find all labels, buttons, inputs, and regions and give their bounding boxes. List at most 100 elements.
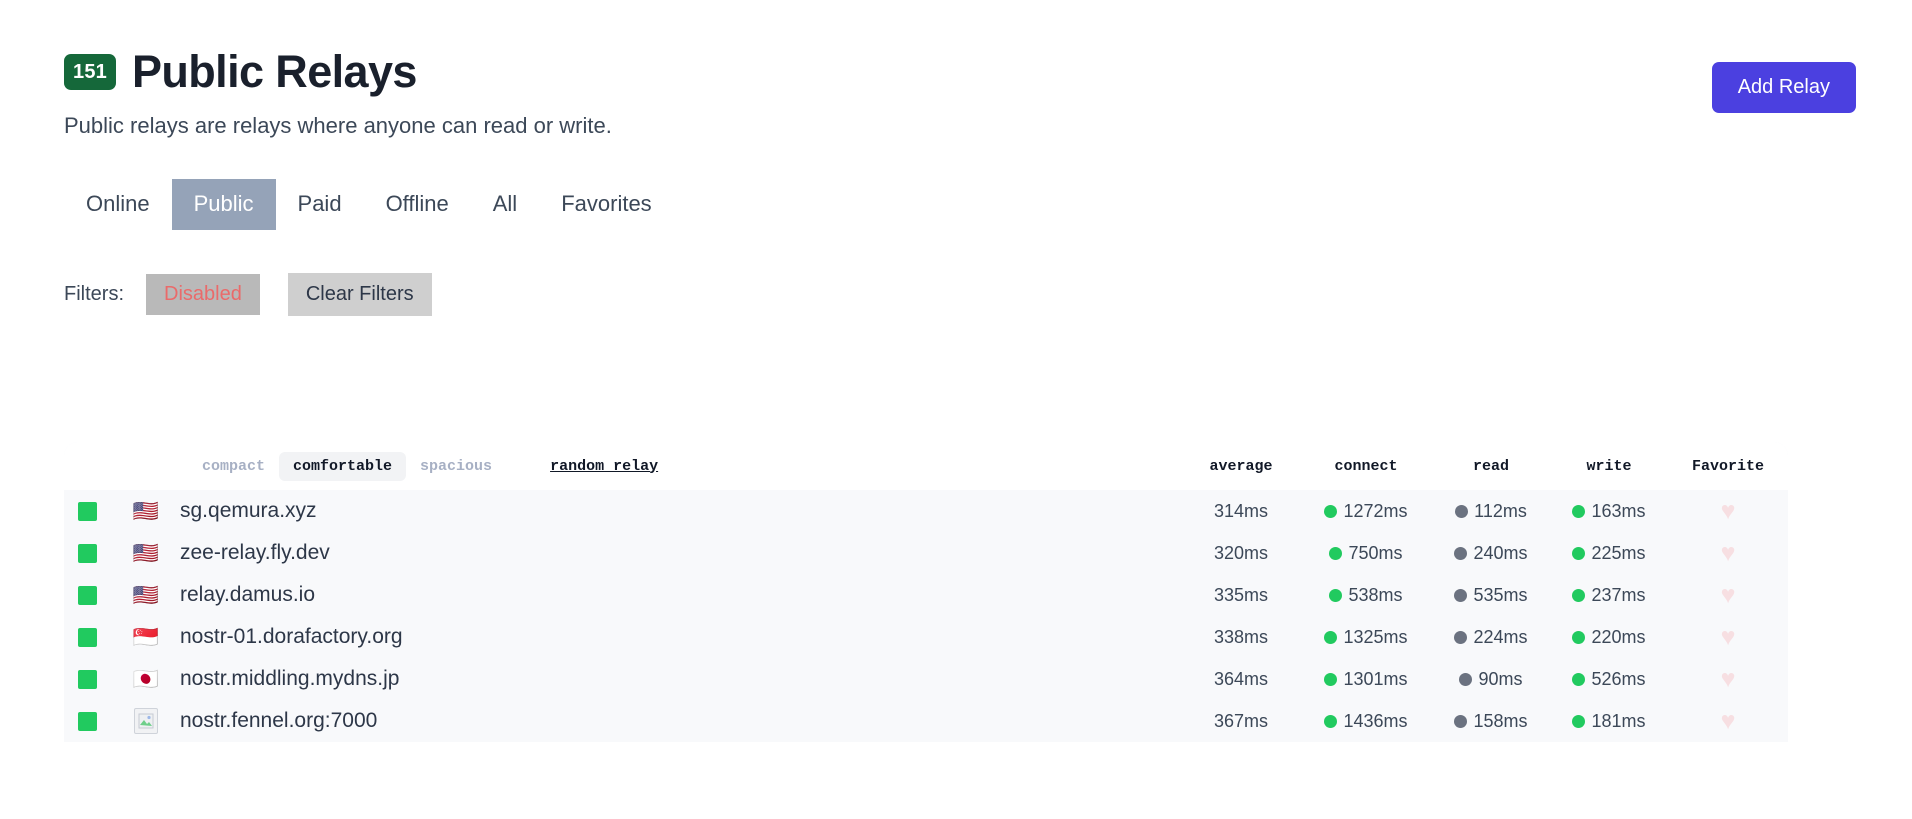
relay-average-latency: 367ms bbox=[1182, 711, 1300, 732]
column-header-write[interactable]: write bbox=[1550, 458, 1668, 475]
relay-average-latency: 320ms bbox=[1182, 543, 1300, 564]
heart-icon[interactable]: ♥ bbox=[1721, 582, 1736, 608]
relay-read-latency: 158ms bbox=[1432, 711, 1550, 732]
favorite-toggle[interactable]: ♥ bbox=[1668, 666, 1788, 692]
flag-jp-icon: 🇯🇵 bbox=[132, 667, 160, 691]
relay-country-cell bbox=[120, 708, 172, 734]
relay-name[interactable]: nostr.middling.mydns.jp bbox=[172, 667, 1182, 691]
relay-average-latency: 314ms bbox=[1182, 501, 1300, 522]
relay-country-cell: 🇺🇸 bbox=[120, 543, 172, 564]
average-value: 320ms bbox=[1213, 542, 1269, 563]
relay-status-cell bbox=[64, 669, 120, 689]
broken-image-icon bbox=[134, 708, 158, 734]
relay-status-cell bbox=[64, 501, 120, 521]
tab-online[interactable]: Online bbox=[64, 179, 172, 229]
page-subtitle: Public relays are relays where anyone ca… bbox=[64, 113, 612, 139]
write-value: 526ms bbox=[1591, 668, 1646, 689]
relay-read-latency: 224ms bbox=[1432, 627, 1550, 648]
status-dot-green-icon bbox=[1329, 588, 1343, 602]
relay-table-body: 🇺🇸 sg.qemura.xyz 314ms 1272ms 112ms 163ms ♥ 🇺🇸 z… bbox=[64, 490, 1788, 742]
page-root: 151 Public Relays Public relays are rela… bbox=[0, 0, 1912, 819]
column-header-connect[interactable]: connect bbox=[1300, 458, 1432, 475]
page-title: Public Relays bbox=[131, 46, 417, 97]
write-value: 225ms bbox=[1591, 542, 1646, 563]
relay-name[interactable]: sg.qemura.xyz bbox=[172, 499, 1182, 523]
table-row[interactable]: 🇯🇵 nostr.middling.mydns.jp 364ms 1301ms 90ms… bbox=[64, 658, 1788, 700]
relay-country-cell: 🇺🇸 bbox=[120, 501, 172, 522]
relay-status-cell bbox=[64, 627, 120, 647]
status-dot-gray-icon bbox=[1454, 630, 1468, 644]
relay-table: compact comfortable spacious random relay … bbox=[64, 442, 1788, 742]
favorite-toggle[interactable]: ♥ bbox=[1668, 540, 1788, 566]
table-row[interactable]: 🇺🇸 relay.damus.io 335ms 538ms 535ms 237ms ♥ bbox=[64, 574, 1788, 616]
status-dot-green-icon bbox=[1572, 630, 1586, 644]
filters-row: Filters: Disabled Clear Filters bbox=[64, 272, 1912, 316]
clear-filters-button[interactable]: Clear Filters bbox=[287, 272, 432, 316]
filters-state-chip[interactable]: Disabled bbox=[146, 273, 260, 315]
relay-connect-latency: 750ms bbox=[1300, 543, 1432, 564]
status-dot-green-icon bbox=[1324, 714, 1338, 728]
relay-connect-latency: 538ms bbox=[1300, 585, 1432, 606]
page-header: 151 Public Relays Public relays are rela… bbox=[0, 0, 1912, 139]
column-header-favorite[interactable]: Favorite bbox=[1668, 458, 1788, 475]
heart-icon[interactable]: ♥ bbox=[1721, 540, 1736, 566]
average-value: 314ms bbox=[1213, 500, 1269, 521]
random-relay-link[interactable]: random relay bbox=[550, 458, 658, 475]
connect-value: 1301ms bbox=[1343, 668, 1408, 689]
status-online-icon bbox=[78, 543, 97, 563]
add-relay-button[interactable]: Add Relay bbox=[1711, 62, 1856, 113]
favorite-toggle[interactable]: ♥ bbox=[1668, 624, 1788, 650]
read-value: 112ms bbox=[1474, 500, 1527, 521]
tab-offline[interactable]: Offline bbox=[364, 179, 471, 229]
connect-value: 1436ms bbox=[1343, 710, 1408, 731]
table-row[interactable]: 🇸🇬 nostr-01.dorafactory.org 338ms 1325ms 224… bbox=[64, 616, 1788, 658]
tab-all[interactable]: All bbox=[471, 179, 539, 229]
table-row[interactable]: 🇺🇸 sg.qemura.xyz 314ms 1272ms 112ms 163ms ♥ bbox=[64, 490, 1788, 532]
status-dot-gray-icon bbox=[1459, 672, 1473, 686]
favorite-toggle[interactable]: ♥ bbox=[1668, 708, 1788, 734]
table-row[interactable]: 🇺🇸 zee-relay.fly.dev 320ms 750ms 240ms 225ms ♥ bbox=[64, 532, 1788, 574]
status-dot-green-icon bbox=[1329, 546, 1343, 560]
relay-connect-latency: 1301ms bbox=[1300, 669, 1432, 690]
read-value: 90ms bbox=[1478, 668, 1523, 689]
tab-public[interactable]: Public bbox=[171, 179, 276, 230]
density-option-compact[interactable]: compact bbox=[188, 452, 279, 481]
title-line: 151 Public Relays bbox=[64, 48, 1712, 95]
density-option-spacious[interactable]: spacious bbox=[406, 452, 506, 481]
relay-read-latency: 90ms bbox=[1432, 669, 1550, 690]
density-option-comfortable[interactable]: comfortable bbox=[279, 451, 407, 481]
status-online-icon bbox=[78, 669, 97, 689]
status-dot-green-icon bbox=[1572, 546, 1586, 560]
read-value: 240ms bbox=[1473, 542, 1528, 563]
relay-name[interactable]: nostr-01.dorafactory.org bbox=[172, 625, 1182, 649]
favorite-toggle[interactable]: ♥ bbox=[1668, 582, 1788, 608]
status-dot-gray-icon bbox=[1454, 546, 1468, 560]
favorite-toggle[interactable]: ♥ bbox=[1668, 498, 1788, 524]
tab-favorites[interactable]: Favorites bbox=[539, 179, 673, 229]
heart-icon[interactable]: ♥ bbox=[1721, 666, 1736, 692]
status-dot-green-icon bbox=[1572, 504, 1586, 518]
relay-average-latency: 335ms bbox=[1182, 585, 1300, 606]
heart-icon[interactable]: ♥ bbox=[1721, 708, 1736, 734]
read-value: 224ms bbox=[1473, 626, 1528, 647]
relay-name[interactable]: nostr.fennel.org:7000 bbox=[172, 709, 1182, 733]
filter-tabs: Online Public Paid Offline All Favorites bbox=[64, 179, 1912, 230]
average-value: 364ms bbox=[1213, 668, 1269, 689]
column-header-average[interactable]: average bbox=[1182, 458, 1300, 475]
relay-name[interactable]: zee-relay.fly.dev bbox=[172, 541, 1182, 565]
relay-write-latency: 237ms bbox=[1550, 585, 1668, 606]
status-dot-green-icon bbox=[1572, 588, 1586, 602]
tab-paid[interactable]: Paid bbox=[276, 179, 364, 229]
column-header-read[interactable]: read bbox=[1432, 458, 1550, 475]
relay-country-cell: 🇯🇵 bbox=[120, 669, 172, 690]
relay-count-badge: 151 bbox=[64, 53, 116, 90]
heart-icon[interactable]: ♥ bbox=[1721, 624, 1736, 650]
status-dot-gray-icon bbox=[1455, 504, 1469, 518]
status-dot-gray-icon bbox=[1454, 714, 1468, 728]
read-value: 158ms bbox=[1473, 710, 1528, 731]
relay-name[interactable]: relay.damus.io bbox=[172, 583, 1182, 607]
status-dot-green-icon bbox=[1324, 504, 1338, 518]
table-row[interactable]: nostr.fennel.org:7000 367ms 1436ms 158ms 181… bbox=[64, 700, 1788, 742]
connect-value: 1272ms bbox=[1343, 500, 1408, 521]
heart-icon[interactable]: ♥ bbox=[1721, 498, 1736, 524]
